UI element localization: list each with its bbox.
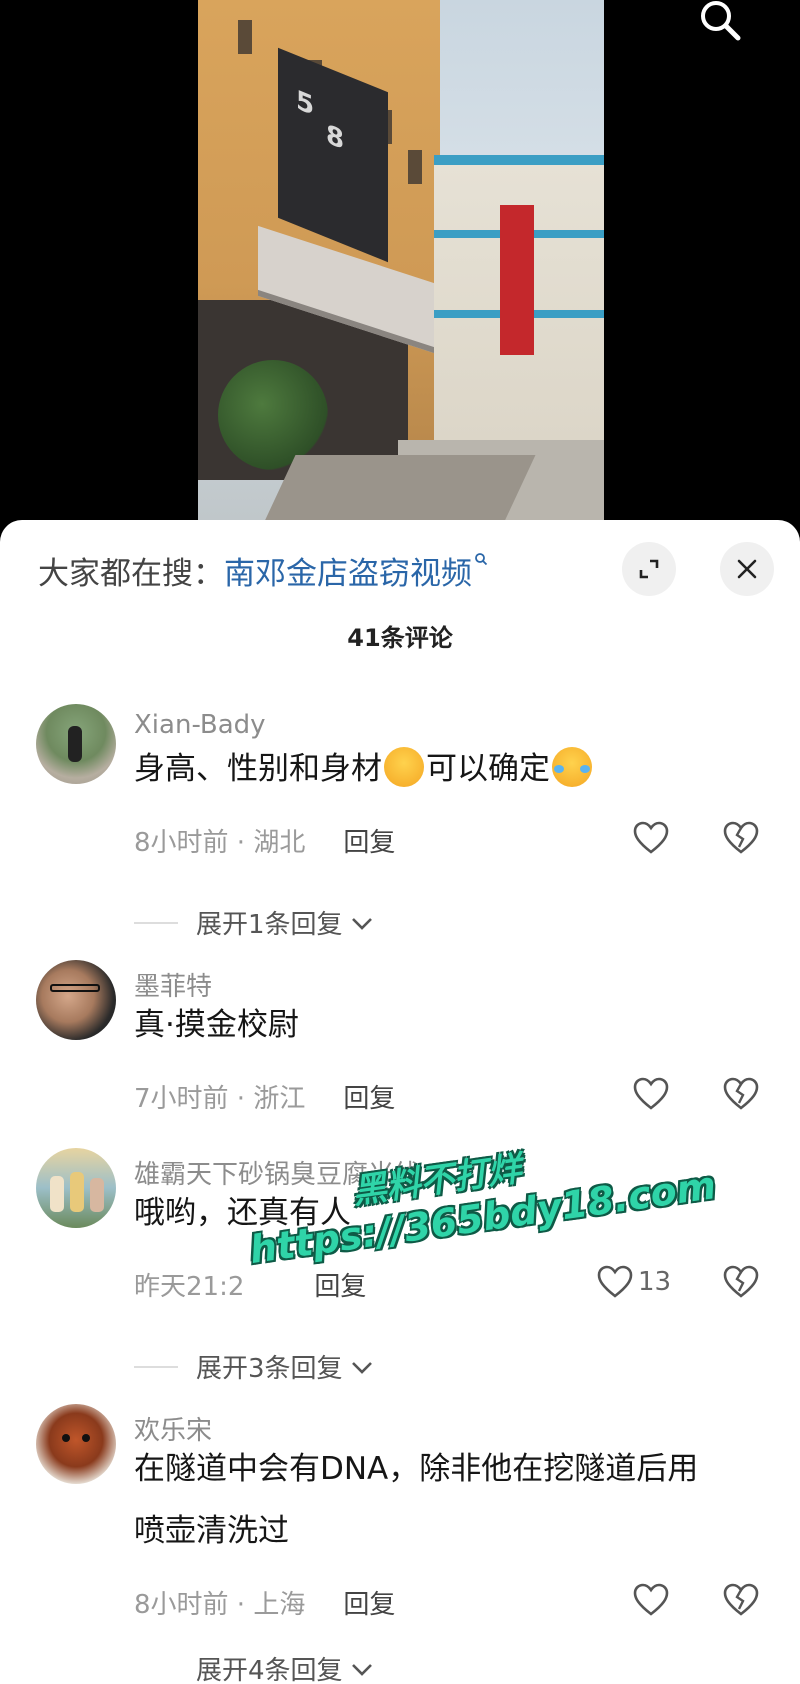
heart-icon	[633, 1077, 669, 1110]
comment-text: 身高、性别和身材 可以确定	[134, 738, 774, 800]
avatar[interactable]	[36, 1404, 116, 1484]
avatar[interactable]	[36, 1148, 116, 1228]
comment-time-location: 8小时前 · 湖北	[134, 828, 306, 858]
comment-count: 41条评论	[347, 624, 453, 652]
laughing-crying-emoji-icon	[552, 747, 592, 787]
reply-button[interactable]: 回复	[314, 1266, 366, 1303]
expand-replies-button[interactable]: 展开3条回复	[196, 1348, 375, 1385]
like-button[interactable]	[632, 1582, 670, 1618]
comment-time-location: 昨天21:2	[134, 1272, 245, 1302]
broken-heart-icon	[723, 821, 759, 854]
video-frame: 5 8	[198, 0, 604, 530]
avatar[interactable]	[36, 704, 116, 784]
comment-meta: 8小时前 · 湖北 回复	[134, 822, 395, 859]
comment-sheet: 大家都在搜： 南邓金店盗窃视频 41条评论 Xian-Bady 身高、性别和身材…	[0, 520, 800, 1684]
heart-icon	[597, 1265, 633, 1298]
expand-replies-label: 展开3条回复	[196, 1354, 343, 1384]
comment-meta: 昨天21:2 回复	[134, 1266, 366, 1303]
like-count: 13	[638, 1267, 672, 1297]
hot-search-bar: 大家都在搜： 南邓金店盗窃视频	[38, 548, 488, 593]
comment-item: 雄霸天下砂锅臭豆腐米线 哦哟，还真有人 昨天21:2 回复 13 展开3条回复	[0, 1148, 800, 1388]
comment-item: 欢乐宋 在隧道中会有DNA，除非他在挖隧道后用 喷壶清洗过 8小时前 · 上海 …	[0, 1404, 800, 1684]
comment-text: 真·摸金校尉	[134, 1007, 299, 1043]
window	[408, 150, 422, 184]
broken-heart-icon	[723, 1265, 759, 1298]
video-player[interactable]: 5 8	[0, 0, 800, 530]
close-button[interactable]	[720, 542, 774, 596]
reply-button[interactable]: 回复	[343, 822, 395, 859]
heart-icon	[633, 821, 669, 854]
expand-replies-label: 展开1条回复	[196, 910, 343, 940]
comment-time-location: 7小时前 · 浙江	[134, 1084, 306, 1114]
hotel-sign	[500, 205, 534, 355]
dislike-button[interactable]	[722, 1582, 760, 1622]
broken-heart-icon	[723, 1583, 759, 1616]
comment-text-part: 可以确定	[426, 751, 550, 787]
like-button[interactable]	[632, 820, 670, 856]
comment-item: 墨菲特 真·摸金校尉 7小时前 · 浙江 回复	[0, 960, 800, 1120]
potted-plants	[218, 360, 328, 470]
window	[238, 20, 252, 54]
smirk-emoji-icon	[384, 747, 424, 787]
steps	[260, 455, 536, 530]
dislike-button[interactable]	[722, 1264, 760, 1304]
expand-replies-button[interactable]: 展开4条回复	[196, 1650, 375, 1684]
comment-time-location: 8小时前 · 上海	[134, 1590, 306, 1620]
comment-text-line: 喷壶清洗过	[134, 1513, 289, 1549]
hot-search-label: 大家都在搜：	[38, 555, 224, 592]
search-button[interactable]	[694, 0, 750, 44]
chevron-down-icon	[351, 917, 372, 930]
comment-text-part: 身高、性别和身材	[134, 751, 382, 787]
chevron-down-icon	[351, 1361, 372, 1374]
comment-item: Xian-Bady 身高、性别和身材 可以确定 8小时前 · 湖北 回复 展开1条…	[0, 704, 800, 944]
close-icon	[737, 559, 757, 579]
hot-search-link[interactable]: 南邓金店盗窃视频	[224, 548, 472, 593]
chevron-down-icon	[351, 1663, 372, 1676]
like-button[interactable]	[632, 1076, 670, 1112]
like-button[interactable]: 13	[596, 1264, 671, 1300]
reply-button[interactable]: 回复	[343, 1584, 395, 1621]
search-icon	[701, 1, 741, 41]
avatar[interactable]	[36, 960, 116, 1040]
heart-icon	[633, 1583, 669, 1616]
dislike-button[interactable]	[722, 820, 760, 860]
expand-button[interactable]	[622, 542, 676, 596]
expand-icon	[639, 559, 659, 579]
broken-heart-icon	[723, 1077, 759, 1110]
dislike-button[interactable]	[722, 1076, 760, 1116]
comment-text-line: 在隧道中会有DNA，除非他在挖隧道后用	[134, 1451, 699, 1487]
expand-replies-label: 展开4条回复	[196, 1656, 343, 1684]
expand-divider	[134, 922, 178, 924]
comment-text: 哦哟，还真有人	[134, 1195, 351, 1231]
expand-divider	[134, 1366, 178, 1368]
comment-username[interactable]: Xian-Bady	[134, 710, 266, 740]
comment-meta: 8小时前 · 上海 回复	[134, 1584, 395, 1621]
comment-meta: 7小时前 · 浙江 回复	[134, 1078, 395, 1115]
comment-text: 在隧道中会有DNA，除非他在挖隧道后用 喷壶清洗过	[134, 1438, 774, 1562]
small-search-icon	[474, 550, 488, 571]
expand-replies-button[interactable]: 展开1条回复	[196, 904, 375, 941]
reply-button[interactable]: 回复	[343, 1078, 395, 1115]
